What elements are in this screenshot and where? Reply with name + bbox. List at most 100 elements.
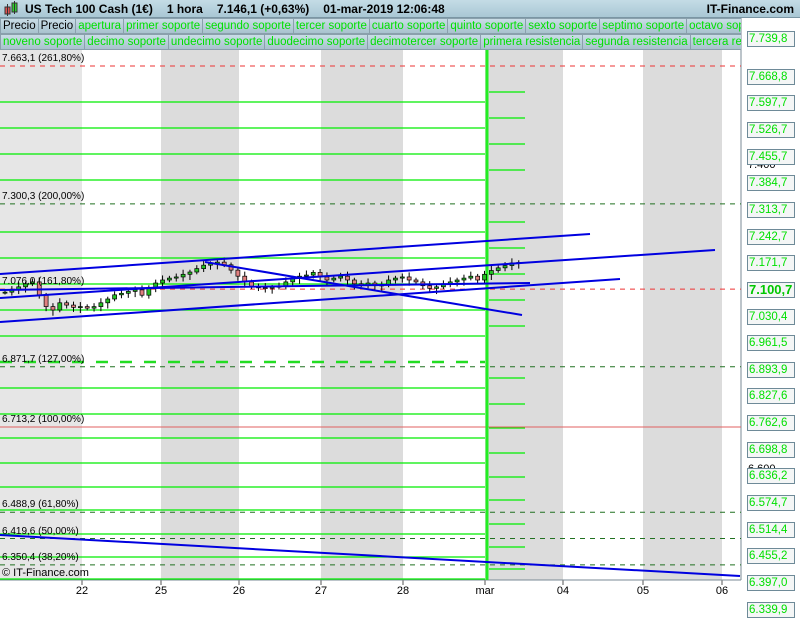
price-level-label: 7.739,8 (747, 31, 795, 47)
x-axis-label: 06 (715, 585, 729, 597)
price-level-label: 7.100,7 (747, 282, 795, 298)
candle (269, 286, 275, 289)
day-band (239, 50, 321, 580)
candle (9, 289, 15, 293)
trend-line (0, 233, 591, 275)
tab-quinto-soporte[interactable]: quinto soporte (447, 18, 527, 34)
day-band (722, 50, 740, 580)
candle (43, 294, 49, 307)
candle (64, 302, 70, 306)
candle (119, 292, 124, 296)
x-axis-label: 05 (636, 585, 650, 597)
title-bar: US Tech 100 Cash (1€) 1 hora 7.146,1 (+0… (0, 0, 800, 18)
price-level-label: 7.455,7 (747, 149, 795, 165)
timeframe[interactable]: 1 hora (167, 2, 203, 16)
candle (434, 286, 439, 289)
tab-cuarto-soporte[interactable]: cuarto soporte (368, 18, 449, 34)
trend-line (0, 534, 741, 577)
tab-tercer-soporte[interactable]: tercer soporte (292, 18, 370, 34)
price-level-label: 6.698,8 (747, 442, 795, 458)
candle (242, 275, 248, 283)
candle (345, 275, 350, 281)
tab-septimo-soporte[interactable]: septimo soporte (599, 18, 688, 34)
candle (386, 279, 391, 286)
candle (468, 275, 474, 279)
candle (317, 272, 323, 278)
candle (98, 302, 104, 307)
candle (201, 264, 206, 269)
candle (338, 275, 343, 279)
tab-primer-soporte[interactable]: primer soporte (123, 18, 204, 34)
price-level-label: 7.384,7 (747, 175, 795, 191)
day-band (82, 50, 161, 580)
trend-line (0, 249, 716, 299)
x-axis-label: 04 (556, 585, 570, 597)
tab-duodecimo-soporte[interactable]: duodecimo soporte (264, 34, 369, 50)
candle (461, 277, 467, 281)
brand: IT-Finance.com (706, 2, 794, 16)
tab-undecimo-soporte[interactable]: undecimo soporte (167, 34, 266, 50)
candle (502, 265, 508, 269)
tab-precio[interactable]: Precio (37, 18, 77, 34)
tab-noveno-soporte[interactable]: noveno soporte (0, 34, 86, 50)
tab-segunda-resistencia[interactable]: segunda resistencia (582, 34, 691, 50)
tab-decimotercer-soporte[interactable]: decimotercer soporte (367, 34, 482, 50)
candle (441, 283, 446, 288)
candle (379, 284, 385, 287)
tab-segundo-soporte[interactable]: segundo soporte (202, 18, 294, 34)
tab-decimo-soporte[interactable]: decimo soporte (84, 34, 169, 50)
candle (420, 281, 426, 287)
tab-apertura[interactable]: apertura (75, 18, 125, 34)
x-axis-label: 22 (75, 585, 89, 597)
trend-line (204, 261, 523, 316)
candle (447, 281, 453, 285)
x-axis-label: 26 (232, 585, 246, 597)
fib-level-label: 7.076,0 (161,80%) (2, 276, 85, 288)
tab-octavo-soporte[interactable]: octavo soporte (686, 18, 741, 34)
trend-line (0, 278, 621, 323)
price-level-label: 6.762,6 (747, 415, 795, 431)
price-level-label: 6.827,6 (747, 388, 795, 404)
price-level-label: 7.313,7 (747, 202, 795, 218)
candle (228, 264, 234, 271)
price-level-label: 7.242,7 (747, 229, 795, 245)
candle (91, 306, 97, 309)
candle (358, 283, 364, 286)
candle (180, 273, 186, 278)
candlestick-logo-icon (4, 0, 18, 16)
candle (112, 294, 117, 300)
candle (475, 275, 480, 281)
x-axis-label: 27 (314, 585, 328, 597)
candle (57, 302, 63, 311)
fib-level-label: 6.488,9 (61,80%) (2, 499, 79, 511)
tab-tercera-resistencia[interactable]: tercera resistencia (689, 34, 741, 50)
candle (153, 282, 159, 288)
copyright: © IT-Finance.com (2, 567, 89, 579)
candle (173, 276, 179, 279)
price-level-label: 6.397,0 (747, 575, 795, 591)
candle (235, 269, 241, 277)
candle (187, 271, 193, 275)
symbol-name: US Tech 100 Cash (1€) (25, 1, 153, 16)
candle (262, 287, 268, 289)
last-price: 7.146,1 (+0,63%) (216, 1, 310, 16)
tab-precio[interactable]: Precio (0, 18, 39, 34)
candle (283, 281, 289, 287)
candle (509, 262, 515, 266)
fib-level-label: 6.350,4 (38,20%) (2, 551, 79, 563)
tab-sexto-soporte[interactable]: sexto soporte (525, 18, 601, 34)
candle (482, 273, 487, 281)
candle (2, 291, 8, 294)
candle (167, 277, 172, 281)
tab-primera-resistencia[interactable]: primera resistencia (480, 34, 584, 50)
candle (406, 276, 412, 281)
fib-level-label: 6.871,7 (127,00%) (2, 353, 85, 365)
candle (16, 286, 22, 290)
price-level-label: 6.514,4 (747, 522, 795, 538)
candle (105, 298, 111, 304)
candle (139, 289, 145, 296)
candle (399, 276, 405, 279)
price-chart[interactable] (0, 0, 800, 600)
datetime: 01-mar-2019 12:06:48 (323, 1, 445, 16)
day-band (485, 50, 563, 580)
